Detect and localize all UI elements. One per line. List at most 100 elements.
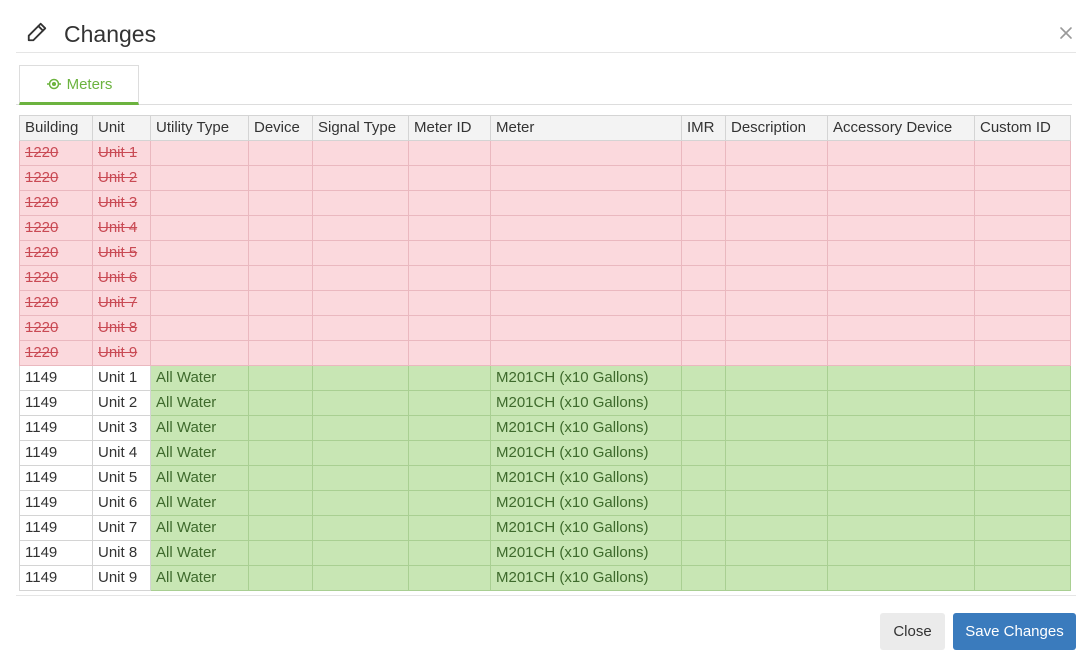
table-cell — [725, 390, 828, 416]
table-cell: 1220 — [19, 190, 93, 216]
table-header-row: Building Unit Utility Type Device Signal Typ… — [19, 115, 1071, 141]
table-cell — [312, 215, 409, 241]
table-cell: Unit 1 — [92, 365, 151, 391]
table-cell: Unit 7 — [92, 515, 151, 541]
table-cell: All Water — [150, 515, 249, 541]
table-cell — [150, 340, 249, 366]
table-cell — [150, 165, 249, 191]
table-cell — [248, 340, 313, 366]
table-cell: Unit 1 — [92, 140, 151, 166]
table-cell — [974, 365, 1071, 391]
table-cell — [490, 215, 682, 241]
close-icon[interactable] — [1056, 23, 1076, 43]
table-cell: Unit 5 — [92, 465, 151, 491]
table-cell — [681, 415, 726, 441]
table-cell — [150, 315, 249, 341]
removed-row: 1220 Unit 8 — [19, 315, 1071, 341]
table-cell: M201CH (x10 Gallons) — [490, 440, 682, 466]
table-cell — [312, 515, 409, 541]
table-cell: All Water — [150, 540, 249, 566]
table-cell — [681, 440, 726, 466]
tab-meters[interactable]: Meters — [19, 65, 139, 105]
save-changes-button[interactable]: Save Changes — [953, 613, 1076, 650]
removed-row: 1220 Unit 6 — [19, 265, 1071, 291]
table-cell — [827, 190, 975, 216]
table-cell — [827, 490, 975, 516]
close-button[interactable]: Close — [880, 613, 945, 650]
added-row: 1149 Unit 4 All Water M201CH (x10 Gallons) — [19, 440, 1071, 466]
table-cell — [312, 240, 409, 266]
table-cell — [408, 490, 491, 516]
table-cell: 1220 — [19, 340, 93, 366]
table-cell: Unit 5 — [92, 240, 151, 266]
table-cell — [248, 315, 313, 341]
table-cell: M201CH (x10 Gallons) — [490, 390, 682, 416]
table-cell — [827, 540, 975, 566]
table-cell — [974, 540, 1071, 566]
table-cell — [974, 190, 1071, 216]
table-cell — [490, 290, 682, 316]
table-cell: All Water — [150, 565, 249, 591]
table-cell — [974, 340, 1071, 366]
table-cell: 1220 — [19, 140, 93, 166]
table-cell — [827, 515, 975, 541]
table-cell — [408, 415, 491, 441]
table-cell: M201CH (x10 Gallons) — [490, 515, 682, 541]
table-cell — [681, 265, 726, 291]
table-cell — [725, 515, 828, 541]
table-cell: M201CH (x10 Gallons) — [490, 565, 682, 591]
table-cell: 1220 — [19, 240, 93, 266]
table-cell: Unit 8 — [92, 540, 151, 566]
table-cell — [408, 240, 491, 266]
table-cell: All Water — [150, 390, 249, 416]
table-cell — [248, 190, 313, 216]
dialog-header: Changes — [16, 0, 1076, 53]
table-cell — [827, 165, 975, 191]
table-cell — [312, 490, 409, 516]
table-cell — [490, 315, 682, 341]
table-cell — [248, 465, 313, 491]
table-cell — [827, 415, 975, 441]
removed-row: 1220 Unit 3 — [19, 190, 1071, 216]
table-cell: 1220 — [19, 165, 93, 191]
table-cell — [725, 490, 828, 516]
table-cell — [974, 165, 1071, 191]
table-cell — [725, 440, 828, 466]
table-cell: Unit 3 — [92, 190, 151, 216]
table-cell — [974, 265, 1071, 291]
table-cell: All Water — [150, 440, 249, 466]
table-cell — [248, 565, 313, 591]
footer-divider — [16, 595, 1076, 596]
table-cell — [725, 565, 828, 591]
column-header: Accessory Device — [827, 115, 975, 141]
table-cell — [725, 415, 828, 441]
table-cell — [681, 290, 726, 316]
table-cell: 1149 — [19, 565, 93, 591]
table-cell — [408, 140, 491, 166]
table-cell — [827, 365, 975, 391]
table-cell: Unit 6 — [92, 265, 151, 291]
table-cell — [681, 140, 726, 166]
table-cell — [248, 365, 313, 391]
table-cell — [312, 390, 409, 416]
table-cell — [681, 190, 726, 216]
table-cell — [827, 140, 975, 166]
column-header: Custom ID — [974, 115, 1071, 141]
table-cell — [681, 340, 726, 366]
table-cell — [408, 540, 491, 566]
table-cell: 1149 — [19, 365, 93, 391]
column-header: Meter — [490, 115, 682, 141]
table-cell: 1149 — [19, 465, 93, 491]
removed-row: 1220 Unit 9 — [19, 340, 1071, 366]
table-cell — [248, 540, 313, 566]
table-cell: All Water — [150, 415, 249, 441]
table-cell: All Water — [150, 365, 249, 391]
table-cell — [490, 265, 682, 291]
column-header: Utility Type — [150, 115, 249, 141]
table-cell — [827, 315, 975, 341]
table-cell — [827, 390, 975, 416]
table-cell — [490, 140, 682, 166]
table-cell — [725, 140, 828, 166]
table-cell — [248, 215, 313, 241]
table-cell — [248, 440, 313, 466]
